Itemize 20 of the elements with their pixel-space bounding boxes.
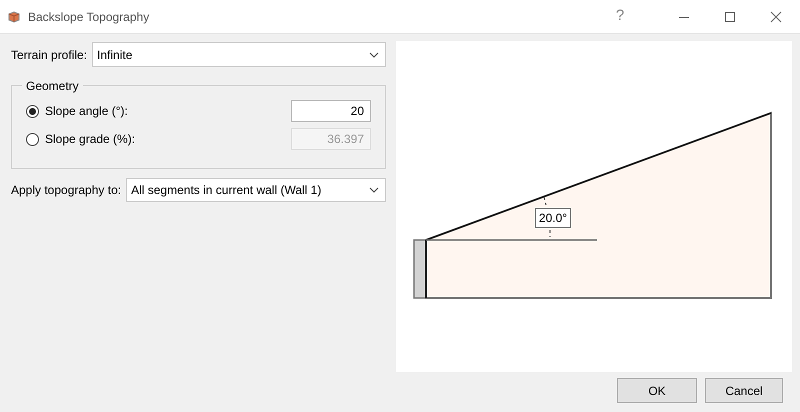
wall-drawing [413,239,427,299]
close-icon[interactable] [770,10,782,22]
window-title: Backslope Topography [28,8,150,26]
chevron-icon [369,187,379,193]
field-label: Terrain profile: [11,46,88,64]
app-icon [7,10,21,24]
apply-to-dropdown[interactable]: All segments in current wall (Wall 1) [126,178,386,202]
radio-button[interactable] [26,104,39,118]
dialog-button[interactable]: OK [617,378,697,403]
angle-label: 20.0° [535,208,571,228]
wall-edge-line [425,240,427,298]
help-button[interactable]: ? [597,5,643,28]
radio-label: Slope angle (°): [45,103,129,120]
chevron-icon [369,52,379,58]
field-label: Apply topography to: [11,182,122,199]
dialog-button[interactable]: Cancel [705,378,783,403]
maximize-icon[interactable] [724,10,736,22]
number-field[interactable]: 20 [291,100,371,122]
terrain-profile-dropdown[interactable]: Infinite [92,42,386,67]
radio-label: Slope grade (%): [45,131,136,148]
